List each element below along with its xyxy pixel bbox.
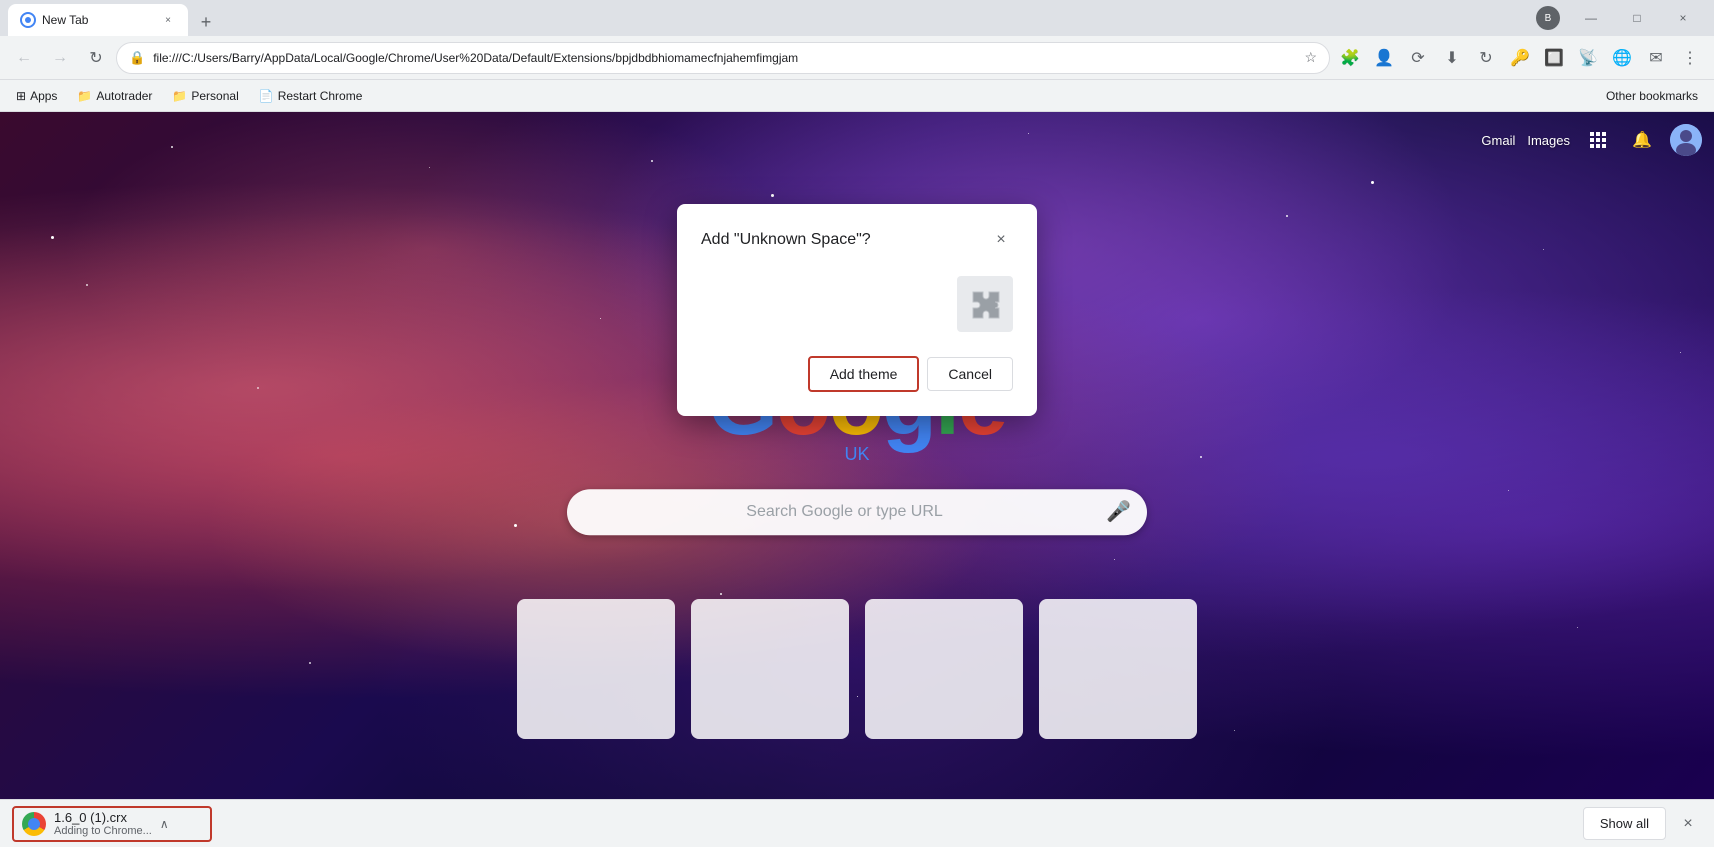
bookmark-personal-label: Personal <box>191 89 238 103</box>
extensions-icon[interactable]: 🧩 <box>1334 42 1366 74</box>
download-bar: 1.6_0 (1).crx Adding to Chrome... ∧ Show… <box>0 799 1714 847</box>
minimize-button[interactable]: — <box>1568 2 1614 34</box>
tab-favicon <box>20 12 36 28</box>
forward-button[interactable]: → <box>44 42 76 74</box>
tab-strip: New Tab × + <box>8 0 1536 36</box>
add-theme-dialog: Add "Unknown Space"? × Add theme Cancel <box>677 204 1037 416</box>
refresh-button[interactable]: ↻ <box>80 42 112 74</box>
dialog-buttons: Add theme Cancel <box>701 356 1013 392</box>
dialog-header: Add "Unknown Space"? × <box>701 228 1013 252</box>
folder-icon-personal: 📁 <box>172 89 187 103</box>
bookmark-restart-label: Restart Chrome <box>278 89 363 103</box>
folder-icon-autotrader: 📁 <box>77 89 92 103</box>
download-icon[interactable]: ⬇ <box>1436 42 1468 74</box>
close-button[interactable]: × <box>1660 2 1706 34</box>
world-icon[interactable]: 🌐 <box>1606 42 1638 74</box>
download-item: 1.6_0 (1).crx Adding to Chrome... ∧ <box>12 806 212 842</box>
title-bar: New Tab × + B — □ × <box>0 0 1714 36</box>
bookmark-apps-label: Apps <box>30 89 57 103</box>
download-filename: 1.6_0 (1).crx <box>54 810 152 825</box>
sync-icon[interactable]: ↻ <box>1470 42 1502 74</box>
bookmark-restart-chrome[interactable]: 📄 Restart Chrome <box>251 84 371 108</box>
show-all-button[interactable]: Show all <box>1583 807 1666 840</box>
download-chevron-button[interactable]: ∧ <box>160 817 169 831</box>
dialog-close-button[interactable]: × <box>989 228 1013 252</box>
bookmark-autotrader[interactable]: 📁 Autotrader <box>69 84 160 108</box>
window-controls: — □ × <box>1568 2 1706 34</box>
chrome-download-icon <box>22 812 46 836</box>
password-icon[interactable]: 🔑 <box>1504 42 1536 74</box>
page-content: Gmail Images 🔔 <box>0 112 1714 799</box>
apps-icon: ⊞ <box>16 89 26 103</box>
menu-button[interactable]: ⋮ <box>1674 42 1706 74</box>
active-tab[interactable]: New Tab × <box>8 4 188 36</box>
bookmark-apps[interactable]: ⊞ Apps <box>8 84 65 108</box>
tab-close-button[interactable]: × <box>160 12 176 28</box>
download-bar-close-button[interactable]: × <box>1674 810 1702 838</box>
toolbar-icons: 🧩 👤 ⟳ ⬇ ↻ 🔑 🔲 📡 🌐 ✉ ⋮ <box>1334 42 1706 74</box>
chrome-window: New Tab × + B — □ × ← → ↻ 🔒 file:///C:/U… <box>0 0 1714 847</box>
download-info: 1.6_0 (1).crx Adding to Chrome... <box>54 810 152 837</box>
new-tab-button[interactable]: + <box>192 8 220 36</box>
history-icon[interactable]: ⟳ <box>1402 42 1434 74</box>
maximize-button[interactable]: □ <box>1614 2 1660 34</box>
dialog-overlay: Add "Unknown Space"? × Add theme Cancel <box>0 112 1714 799</box>
cancel-button[interactable]: Cancel <box>927 357 1013 391</box>
bookmark-star-icon[interactable]: ☆ <box>1304 49 1317 66</box>
dialog-title: Add "Unknown Space"? <box>701 231 871 249</box>
other-bookmarks-label: Other bookmarks <box>1606 89 1698 103</box>
address-text: file:///C:/Users/Barry/AppData/Local/Goo… <box>153 51 1296 65</box>
tab-title: New Tab <box>42 13 154 27</box>
puzzle-icon <box>957 276 1013 332</box>
puzzle-svg <box>967 286 1003 322</box>
back-button[interactable]: ← <box>8 42 40 74</box>
bookmark-autotrader-label: Autotrader <box>96 89 152 103</box>
mail-ext-icon[interactable]: ✉ <box>1640 42 1672 74</box>
navigation-toolbar: ← → ↻ 🔒 file:///C:/Users/Barry/AppData/L… <box>0 36 1714 80</box>
address-bar[interactable]: 🔒 file:///C:/Users/Barry/AppData/Local/G… <box>116 42 1330 74</box>
other-bookmarks[interactable]: Other bookmarks <box>1598 84 1706 108</box>
office-icon[interactable]: 🔲 <box>1538 42 1570 74</box>
add-theme-button[interactable]: Add theme <box>808 356 920 392</box>
bookmark-personal[interactable]: 📁 Personal <box>164 84 246 108</box>
bookmarks-bar: ⊞ Apps 📁 Autotrader 📁 Personal 📄 Restart… <box>0 80 1714 112</box>
doc-icon-restart: 📄 <box>259 89 274 103</box>
rss-icon[interactable]: 📡 <box>1572 42 1604 74</box>
profile-icon[interactable]: 👤 <box>1368 42 1400 74</box>
lock-icon: 🔒 <box>129 50 145 66</box>
user-badge: B <box>1536 6 1560 30</box>
download-status: Adding to Chrome... <box>54 825 152 837</box>
